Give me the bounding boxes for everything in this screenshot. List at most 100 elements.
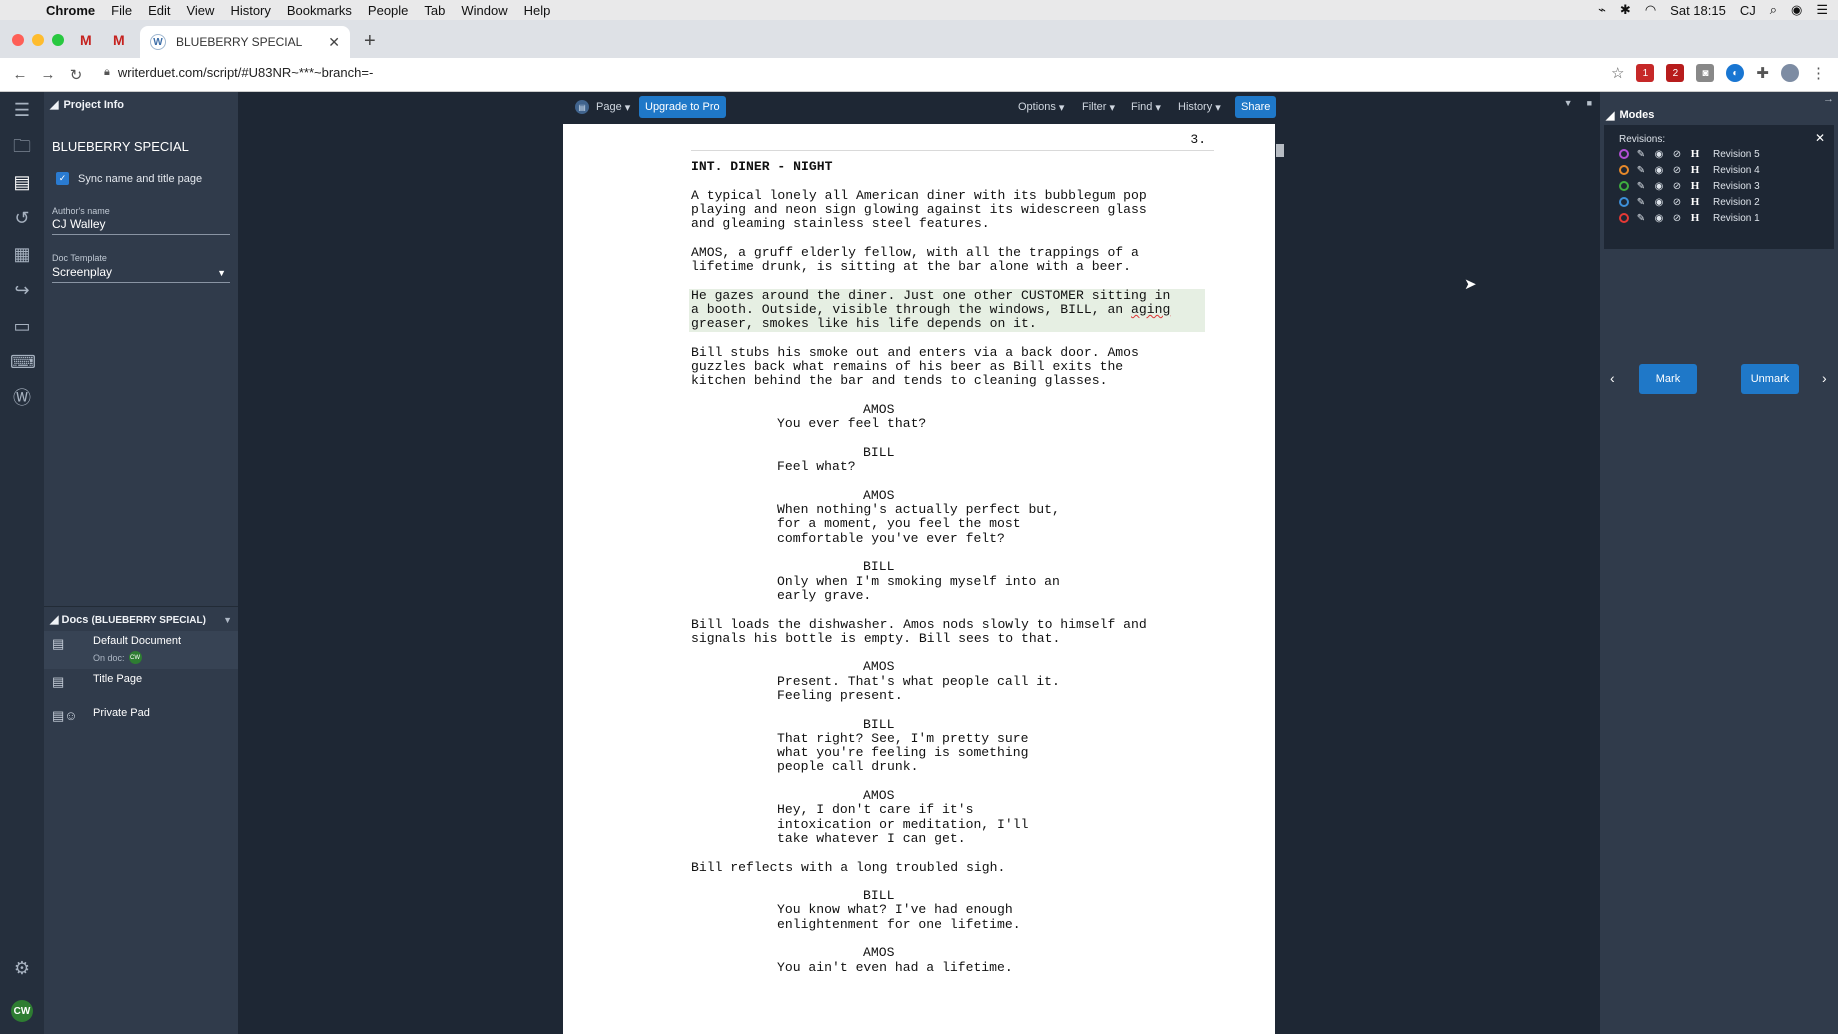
revision-color-dot[interactable] <box>1619 149 1629 159</box>
scrollbar-thumb[interactable] <box>1276 144 1284 157</box>
bluetooth-icon[interactable]: ✱ <box>1620 2 1631 18</box>
pencil-icon[interactable]: ✎ <box>1635 181 1647 192</box>
dialogue[interactable]: When nothing's actually perfect but, for… <box>777 502 1221 546</box>
mark-button[interactable]: Mark <box>1639 364 1697 394</box>
eye-slash-icon[interactable]: ⊘ <box>1671 213 1683 224</box>
document-icon[interactable]: ▤ <box>10 170 34 194</box>
project-title[interactable]: BLUEBERRY SPECIAL <box>52 139 189 154</box>
character-name[interactable]: BILL <box>863 445 1221 460</box>
revision-row[interactable]: ✎ ◉ ⊘ H Revision 5 <box>1619 147 1760 161</box>
eye-icon[interactable]: ◉ <box>1653 165 1665 176</box>
extension-badge-icon[interactable]: 1 <box>1636 64 1655 82</box>
tab-close-icon[interactable]: ✕ <box>328 34 340 51</box>
menu-app-name[interactable]: Chrome <box>38 3 103 18</box>
chevron-right-icon[interactable]: › <box>1822 370 1827 386</box>
heading-icon[interactable]: H <box>1689 180 1701 192</box>
options-menu[interactable]: Options ▾ <box>1018 96 1064 118</box>
action-line-highlighted[interactable]: He gazes around the diner. Just one othe… <box>689 288 1205 332</box>
settings-gear-icon[interactable]: ⚙ <box>10 956 34 980</box>
character-name[interactable]: BILL <box>863 888 1221 903</box>
author-field[interactable]: CJ Walley <box>52 217 230 235</box>
back-icon[interactable]: ← <box>6 66 34 83</box>
panel-collapse-arrow-icon[interactable]: → <box>1823 93 1834 105</box>
pencil-icon[interactable]: ✎ <box>1635 165 1647 176</box>
action-line[interactable]: Bill stubs his smoke out and enters via … <box>691 345 1221 389</box>
character-name[interactable]: BILL <box>863 560 1221 575</box>
action-line[interactable]: Bill loads the dishwasher. Amos nods slo… <box>691 617 1221 647</box>
filter-icon[interactable]: ▼ <box>223 615 232 625</box>
unmark-button[interactable]: Unmark <box>1741 364 1799 394</box>
active-tab[interactable]: W BLUEBERRY SPECIAL ✕ <box>140 26 350 58</box>
menu-people[interactable]: People <box>360 3 416 18</box>
action-line[interactable]: Bill reflects with a long troubled sigh. <box>691 860 1221 875</box>
doc-item-private-pad[interactable]: ▤☺ Private Pad <box>44 703 238 741</box>
bookmark-star-icon[interactable]: ☆ <box>1611 64 1624 82</box>
character-name[interactable]: AMOS <box>863 402 1221 417</box>
chrome-menu-icon[interactable]: ⋮ <box>1811 64 1826 82</box>
chevron-left-icon[interactable]: ‹ <box>1610 370 1615 386</box>
revision-color-dot[interactable] <box>1619 165 1629 175</box>
folder-open-icon[interactable]: 🗀︎ <box>10 134 34 158</box>
scene-heading[interactable]: INT. DINER - NIGHT <box>691 159 1221 174</box>
forward-icon[interactable]: → <box>34 66 62 83</box>
extension-shield-icon[interactable]: 2 <box>1666 64 1685 82</box>
dialogue[interactable]: That right? See, I'm pretty sure what yo… <box>777 731 1221 775</box>
menu-view[interactable]: View <box>178 3 222 18</box>
revision-row[interactable]: ✎ ◉ ⊘ H Revision 2 <box>1619 195 1760 209</box>
character-name[interactable]: AMOS <box>863 488 1221 503</box>
upgrade-button[interactable]: Upgrade to Pro <box>639 96 726 118</box>
comment-icon[interactable]: ▭ <box>10 314 34 338</box>
dialogue[interactable]: Hey, I don't care if it's intoxication o… <box>777 803 1221 846</box>
puzzle-extensions-icon[interactable]: ✚ <box>1756 64 1769 82</box>
extension-circle-icon[interactable]: ◐ <box>1726 64 1745 82</box>
find-menu[interactable]: Find ▾ <box>1131 96 1161 118</box>
doc-item-title-page[interactable]: ▤ Title Page <box>44 669 238 707</box>
revision-row[interactable]: ✎ ◉ ⊘ H Revision 3 <box>1619 179 1760 193</box>
eye-icon[interactable]: ◉ <box>1653 181 1665 192</box>
action-line[interactable]: AMOS, a gruff elderly fellow, with all t… <box>691 245 1221 275</box>
modes-header[interactable]: ◢ Modes <box>1606 109 1654 122</box>
gmail-pinned-tab-icon[interactable]: M <box>80 32 92 48</box>
dialogue[interactable]: You ever feel that? <box>777 417 1221 432</box>
menu-help[interactable]: Help <box>516 3 559 18</box>
share-button[interactable]: Share <box>1235 96 1277 118</box>
eye-slash-icon[interactable]: ⊘ <box>1671 165 1683 176</box>
writerduet-logo-icon[interactable]: Ⓦ <box>10 386 34 410</box>
history-menu[interactable]: History ▾ <box>1178 96 1221 118</box>
revision-color-dot[interactable] <box>1619 181 1629 191</box>
url-bar[interactable]: 🔒︎ writerduet.com/script/#U83NR~***~bran… <box>104 65 373 80</box>
hamburger-menu-icon[interactable]: ☰ <box>10 98 34 122</box>
url-text[interactable]: writerduet.com/script/#U83NR~***~branch=… <box>118 65 373 80</box>
filter-funnel-icon[interactable]: ▼ <box>1564 98 1573 108</box>
menu-edit[interactable]: Edit <box>140 3 178 18</box>
eye-slash-icon[interactable]: ⊘ <box>1671 149 1683 160</box>
new-tab-icon[interactable]: + <box>364 30 376 53</box>
screenplay-text[interactable]: INT. DINER - NIGHT A typical lonely all … <box>689 159 1221 975</box>
profile-avatar-icon[interactable] <box>1781 64 1799 82</box>
history-icon[interactable]: ↺ <box>10 206 34 230</box>
page-view-button[interactable]: ▤ Page ▾ <box>575 96 630 118</box>
revision-color-dot[interactable] <box>1619 197 1629 207</box>
revision-row[interactable]: ✎ ◉ ⊘ H Revision 1 <box>1619 211 1760 225</box>
action-line[interactable]: A typical lonely all American diner with… <box>691 188 1221 232</box>
menu-history[interactable]: History <box>222 3 278 18</box>
dialogue[interactable]: Present. That's what people call it. Fee… <box>777 674 1221 704</box>
dialogue[interactable]: You know what? I've had enough enlighten… <box>777 903 1221 932</box>
keyboard-icon[interactable]: ⌨ <box>10 350 36 374</box>
misspelled-word[interactable]: aging <box>1131 302 1170 317</box>
zoom-window-icon[interactable] <box>52 34 64 46</box>
reload-icon[interactable]: ↻ <box>62 66 90 84</box>
script-page[interactable]: 3. INT. DINER - NIGHT A typical lonely a… <box>563 124 1275 1034</box>
project-info-header[interactable]: ◢ Project Info <box>44 92 238 117</box>
close-icon[interactable]: ✕ <box>1815 131 1825 145</box>
eye-slash-icon[interactable]: ⊘ <box>1671 197 1683 208</box>
eye-icon[interactable]: ◉ <box>1653 149 1665 160</box>
pencil-icon[interactable]: ✎ <box>1635 213 1647 224</box>
close-window-icon[interactable] <box>12 34 24 46</box>
share-arrow-icon[interactable]: ↪ <box>10 278 34 302</box>
filter-menu[interactable]: Filter ▾ <box>1082 96 1115 118</box>
wifi-icon[interactable]: ◠ <box>1645 2 1656 18</box>
sync-option[interactable]: ✓ Sync name and title page <box>56 172 202 185</box>
pencil-icon[interactable]: ✎ <box>1635 197 1647 208</box>
revision-color-dot[interactable] <box>1619 213 1629 223</box>
